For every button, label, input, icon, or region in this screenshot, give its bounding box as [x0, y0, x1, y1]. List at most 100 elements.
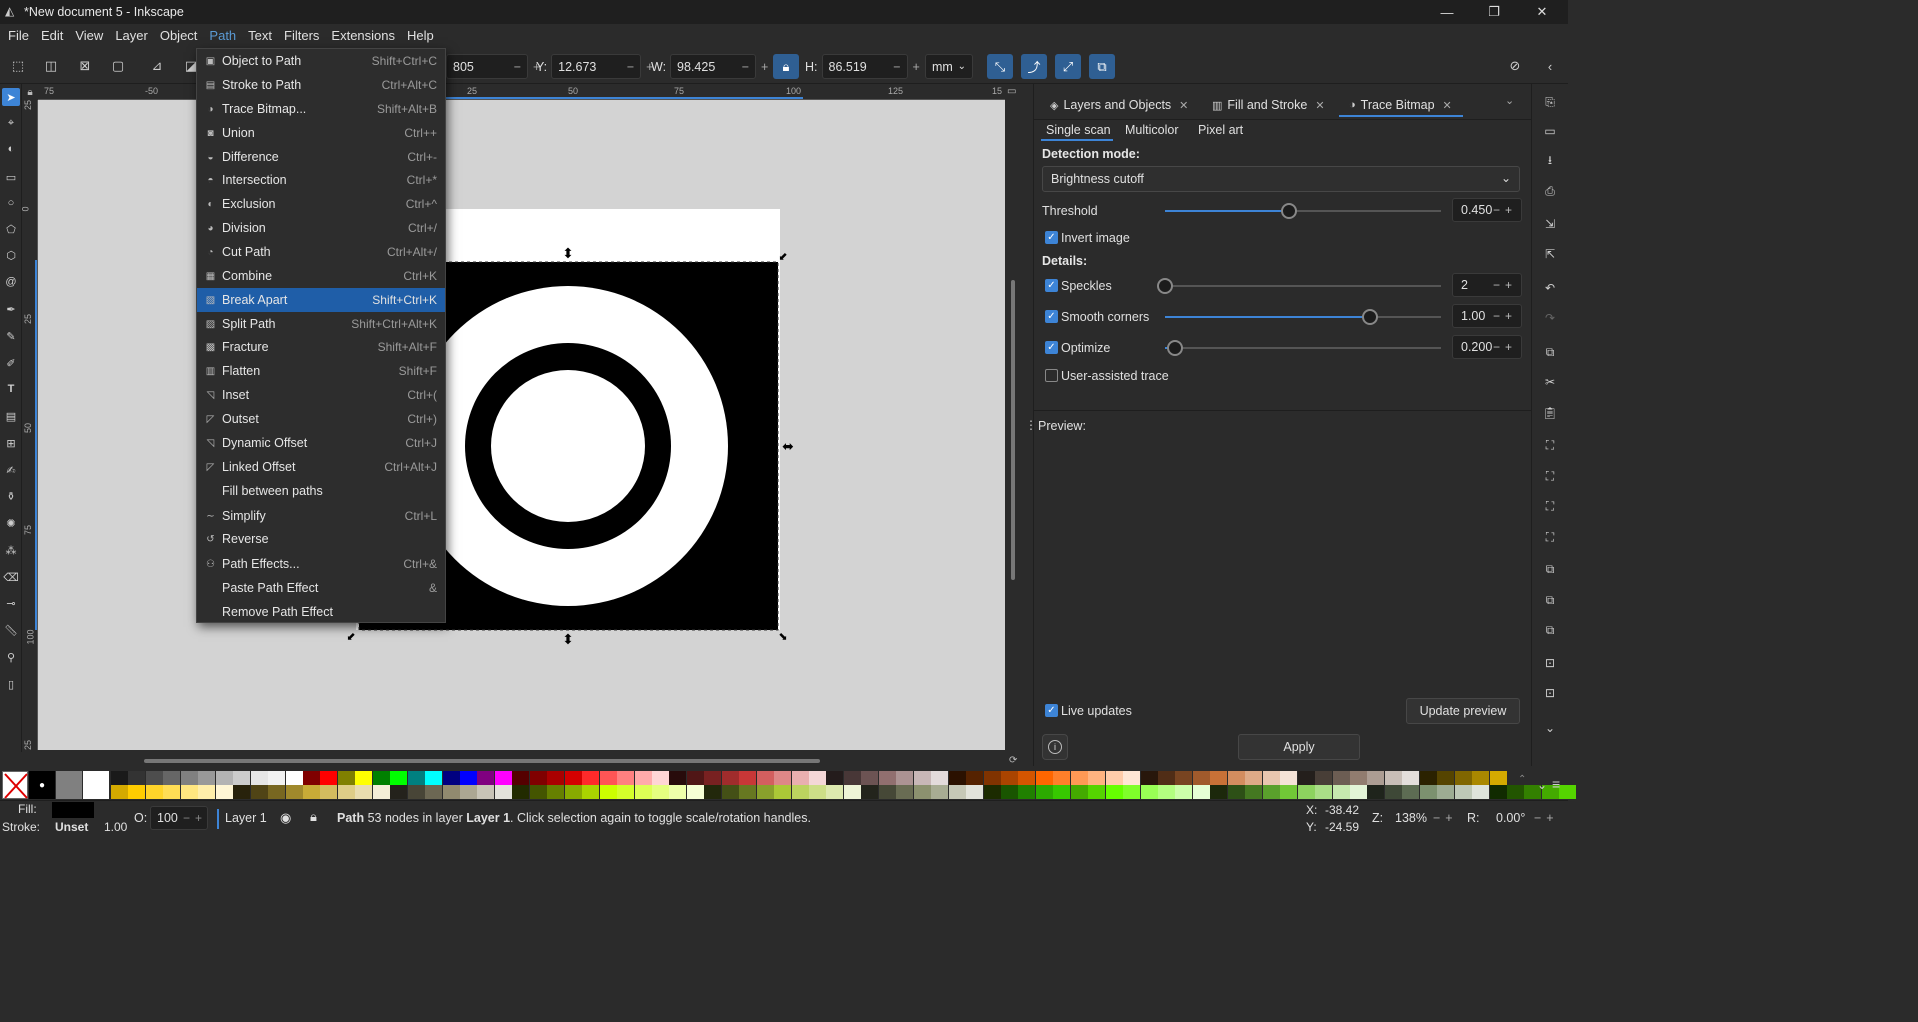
color-swatch[interactable]: [407, 785, 425, 799]
gray-swatch[interactable]: [56, 771, 82, 799]
color-swatch[interactable]: [529, 785, 547, 799]
x-spinbox[interactable]: 805− +: [446, 54, 540, 79]
eye-icon[interactable]: ◉: [280, 810, 291, 826]
color-swatch[interactable]: [826, 785, 844, 799]
menu-item-difference[interactable]: ◒ Difference Ctrl+-: [197, 145, 445, 169]
star-tool-icon[interactable]: ⬠: [2, 220, 20, 238]
color-swatch[interactable]: [233, 771, 251, 785]
color-swatch[interactable]: [285, 771, 303, 785]
menu-text[interactable]: Text: [242, 24, 278, 48]
menu-item-simplify[interactable]: ∼ Simplify Ctrl+L: [197, 504, 445, 528]
spin-buttons[interactable]: −+: [1493, 278, 1517, 292]
scale-handle-corner[interactable]: ⬋: [778, 251, 787, 263]
menu-item-split-path[interactable]: ▨ Split Path Shift+Ctrl+Alt+K: [197, 312, 445, 336]
color-swatch[interactable]: [791, 785, 809, 799]
color-swatch[interactable]: [1315, 785, 1333, 799]
color-swatch[interactable]: [1227, 785, 1245, 799]
color-swatch[interactable]: [1489, 771, 1507, 785]
color-swatch[interactable]: [1210, 771, 1228, 785]
calligraphy-tool-icon[interactable]: ✐: [2, 354, 20, 372]
ellipse-tool-icon[interactable]: ○: [2, 194, 20, 212]
color-swatch[interactable]: [1018, 785, 1036, 799]
tab-layers-and-objects[interactable]: ◈ Layers and Objects ✕: [1050, 92, 1188, 118]
menu-help[interactable]: Help: [401, 24, 440, 48]
color-swatch[interactable]: [1280, 785, 1298, 799]
3d-box-tool-icon[interactable]: ⬡: [2, 246, 20, 264]
rotate-ccw-icon[interactable]: ⊿: [146, 55, 168, 77]
deselect-icon[interactable]: ⊠: [74, 55, 96, 77]
menu-item-object-to-path[interactable]: ▣ Object to Path Shift+Ctrl+C: [197, 49, 445, 73]
menu-layer[interactable]: Layer: [109, 24, 154, 48]
color-swatch[interactable]: [1280, 771, 1298, 785]
close-tab-icon[interactable]: ✕: [1315, 99, 1324, 112]
smooth-corners-knob[interactable]: [1362, 309, 1378, 325]
cut-icon[interactable]: ✂: [1542, 374, 1558, 390]
color-swatch[interactable]: [913, 771, 931, 785]
color-swatch[interactable]: [826, 771, 844, 785]
info-button[interactable]: i: [1042, 734, 1068, 760]
color-swatch[interactable]: [1437, 785, 1455, 799]
menu-item-exclusion[interactable]: ◐ Exclusion Ctrl+^: [197, 192, 445, 216]
color-swatch[interactable]: [1419, 785, 1437, 799]
color-swatch[interactable]: [302, 785, 320, 799]
color-swatch[interactable]: [756, 771, 774, 785]
menu-item-fill-between-paths[interactable]: Fill between paths: [197, 479, 445, 503]
color-swatch[interactable]: [1349, 785, 1367, 799]
horizontal-scrollbar[interactable]: [144, 759, 820, 763]
color-swatch[interactable]: [1018, 771, 1036, 785]
menu-item-trace-bitmap[interactable]: ◑ Trace Bitmap... Shift+Alt+B: [197, 97, 445, 121]
detection-mode-select[interactable]: Brightness cutoff ⌄: [1042, 166, 1520, 192]
color-swatch[interactable]: [582, 771, 600, 785]
optimize-spinbox[interactable]: 0.200 −+: [1452, 335, 1522, 359]
clone-icon[interactable]: ⧉: [1542, 592, 1558, 608]
speckles-slider[interactable]: [1165, 285, 1441, 287]
export-icon[interactable]: ⇱: [1542, 246, 1558, 262]
scale-handle-right[interactable]: ⬌: [782, 438, 794, 454]
zoom-tool-icon[interactable]: ⚲: [2, 648, 20, 666]
menu-item-union[interactable]: ◙ Union Ctrl++: [197, 121, 445, 145]
color-swatch[interactable]: [617, 785, 635, 799]
color-swatch[interactable]: [599, 785, 617, 799]
color-swatch[interactable]: [669, 771, 687, 785]
measure-tool-icon[interactable]: 📏︎: [2, 621, 20, 639]
color-swatch[interactable]: [355, 785, 373, 799]
color-swatch[interactable]: [372, 785, 390, 799]
pages-tool-icon[interactable]: ▯: [2, 675, 20, 693]
color-swatch[interactable]: [425, 771, 443, 785]
color-swatch[interactable]: [1367, 771, 1385, 785]
color-swatch[interactable]: [250, 771, 268, 785]
color-swatch[interactable]: [1158, 785, 1175, 799]
undo-icon[interactable]: ↶: [1542, 280, 1558, 296]
color-swatch[interactable]: [1158, 771, 1175, 785]
live-updates-checkbox[interactable]: ✓: [1045, 704, 1058, 717]
menu-item-division[interactable]: ◕ Division Ctrl+/: [197, 216, 445, 240]
select-all-layers-icon[interactable]: ◫: [40, 55, 62, 77]
lock-icon[interactable]: 🔒︎: [310, 809, 317, 825]
color-swatch[interactable]: [1123, 771, 1141, 785]
menu-item-linked-offset[interactable]: ◸ Linked Offset Ctrl+Alt+J: [197, 455, 445, 479]
maximize-button[interactable]: ❐: [1471, 0, 1517, 24]
apply-button[interactable]: Apply: [1238, 734, 1360, 760]
w-spinbox[interactable]: W: 98.425 − +: [651, 54, 768, 79]
color-swatch[interactable]: [721, 785, 739, 799]
color-swatch[interactable]: [756, 785, 774, 799]
zoom-page-icon[interactable]: ⛶: [1542, 498, 1558, 514]
color-swatch[interactable]: [198, 785, 216, 799]
color-swatch[interactable]: [651, 785, 669, 799]
zoom-drawing-icon[interactable]: ⛶: [1542, 468, 1558, 484]
color-swatch[interactable]: [1140, 771, 1158, 785]
color-swatch[interactable]: [215, 785, 233, 799]
zoom-selection-icon[interactable]: ⛶: [1542, 437, 1558, 453]
menu-item-remove-path-effect[interactable]: Remove Path Effect: [197, 600, 445, 624]
unlink-clone-icon[interactable]: ⧉: [1542, 622, 1558, 638]
y-decrement-icon[interactable]: −: [627, 60, 634, 74]
color-swatch[interactable]: [1507, 785, 1524, 799]
color-swatch[interactable]: [547, 785, 565, 799]
smooth-corners-slider[interactable]: [1165, 316, 1441, 318]
menu-file[interactable]: File: [2, 24, 35, 48]
color-swatch[interactable]: [1070, 785, 1088, 799]
color-swatch[interactable]: [1175, 771, 1193, 785]
color-swatch[interactable]: [931, 785, 949, 799]
paint-bucket-icon[interactable]: ⚱: [2, 487, 20, 505]
color-swatch[interactable]: [1332, 785, 1350, 799]
